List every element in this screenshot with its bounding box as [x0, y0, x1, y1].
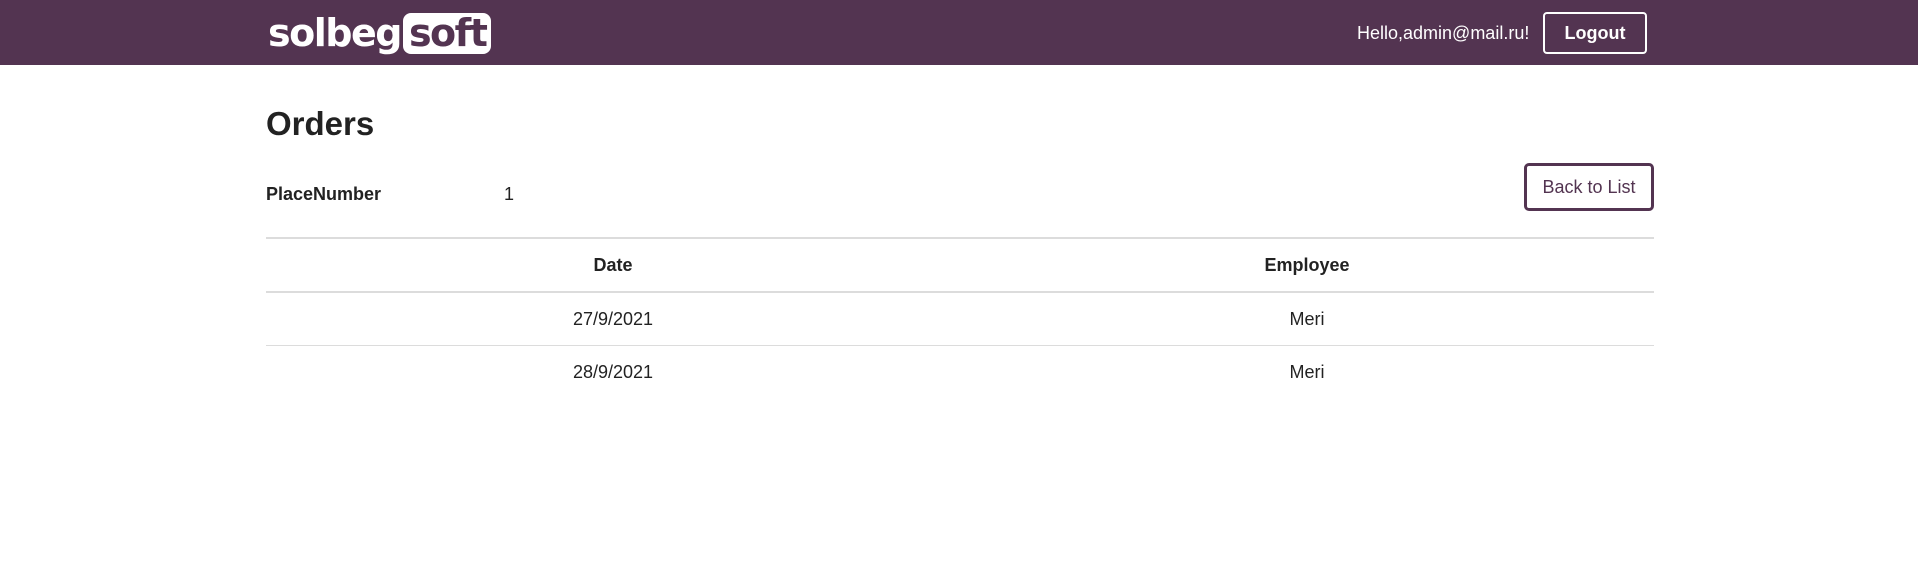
table-row: 28/9/2021 Meri	[266, 346, 1654, 399]
column-header-date: Date	[266, 237, 960, 293]
cell-employee: Meri	[1289, 361, 1325, 382]
orders-table: Date Employee 27/9/2021 Meri 28/9/2021 M…	[266, 237, 1654, 398]
logo-text-right: soft	[402, 12, 492, 54]
place-number-value: 1	[504, 184, 515, 204]
back-to-list-button[interactable]: Back to List	[1524, 163, 1654, 211]
solbegsoft-logo[interactable]: solbeg soft	[268, 11, 492, 55]
table-header-row: Date Employee	[266, 237, 1654, 293]
column-header-employee: Employee	[960, 237, 1654, 293]
page-title: Orders	[266, 105, 375, 142]
logout-button[interactable]: Logout	[1543, 12, 1647, 54]
logo-text-left: solbeg	[268, 11, 402, 55]
cell-date: 27/9/2021	[266, 292, 960, 346]
place-number-label: PlaceNumber	[266, 184, 382, 204]
cell-date: 28/9/2021	[572, 361, 654, 382]
cell-employee: Meri	[960, 292, 1654, 346]
top-navbar: solbeg soft Hello,admin@mail.ru! Logout	[0, 0, 1918, 65]
table-row: 27/9/2021 Meri	[266, 292, 1654, 346]
user-greeting: Hello,admin@mail.ru!	[1357, 23, 1530, 43]
